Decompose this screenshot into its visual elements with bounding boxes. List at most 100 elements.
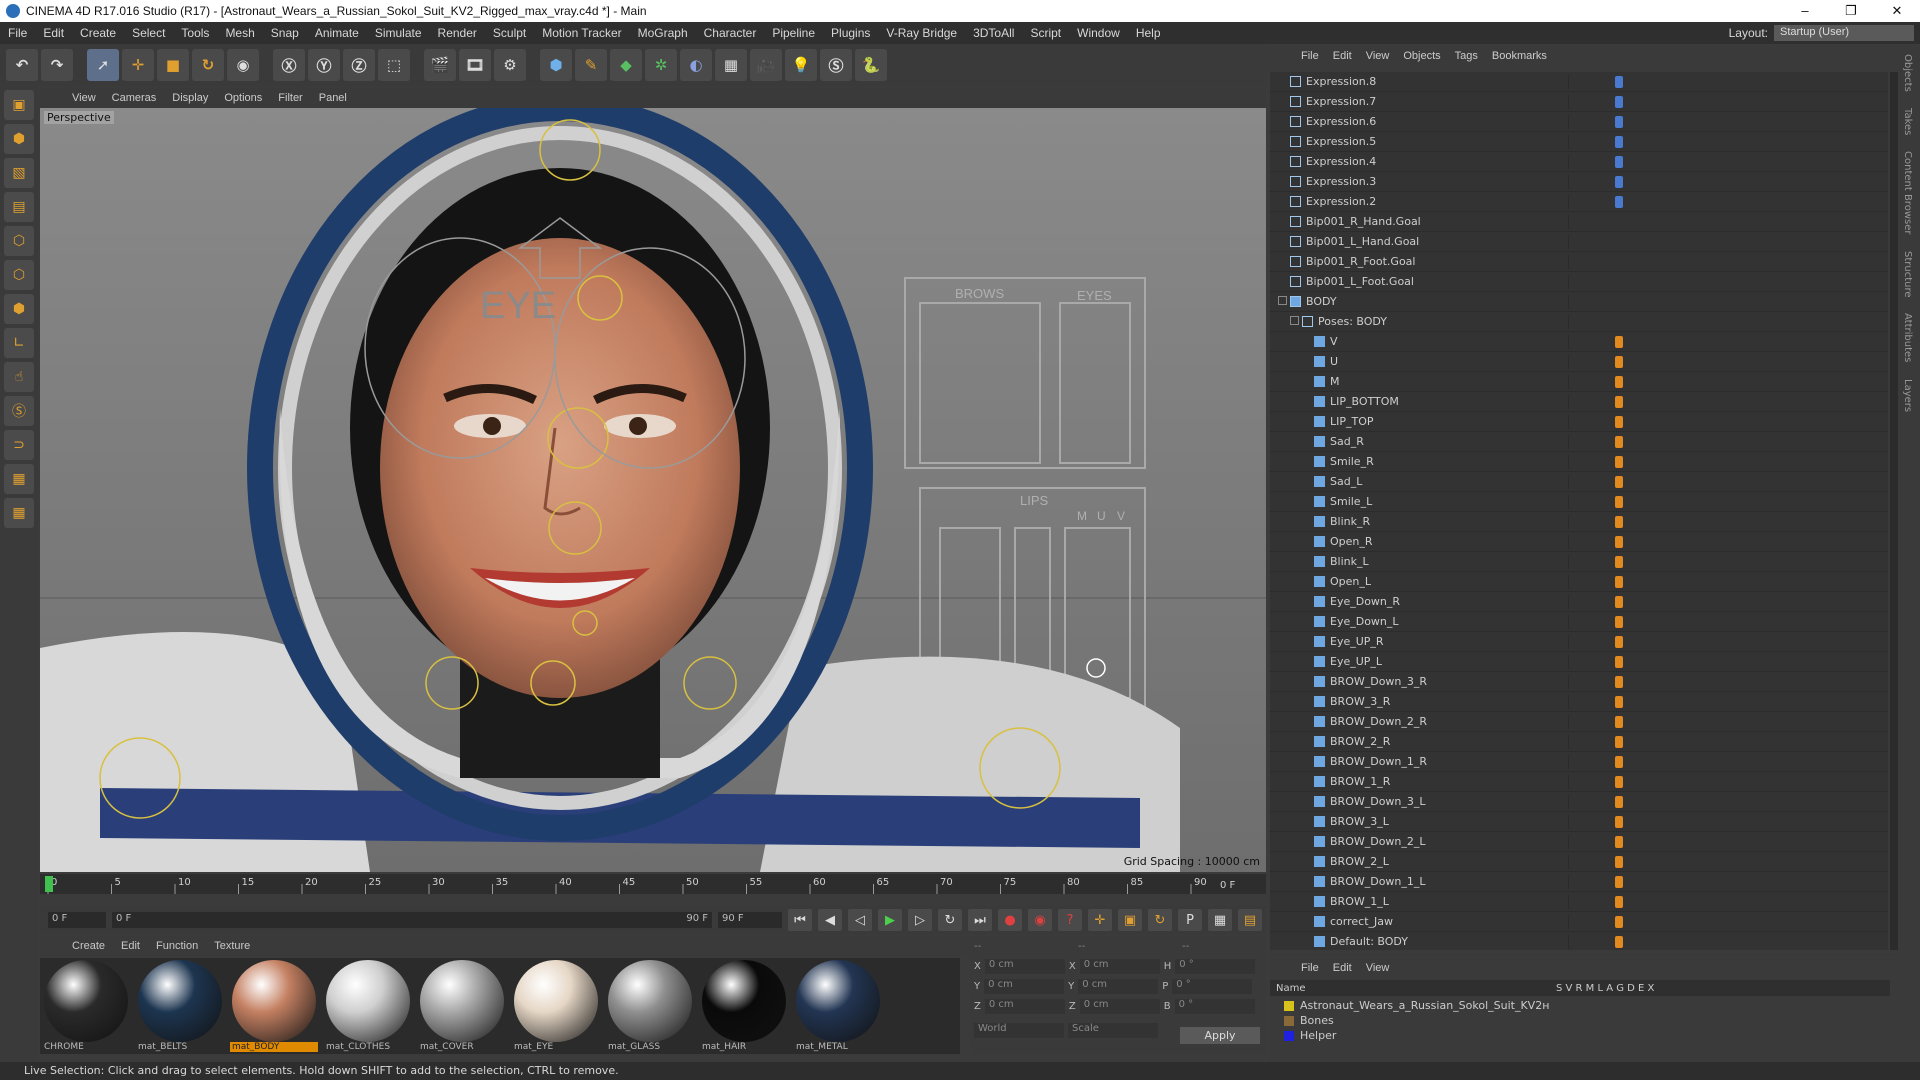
visibility-flags[interactable] — [1568, 495, 1600, 509]
object-row[interactable]: BROW_3_R — [1270, 692, 1888, 712]
loop-icon[interactable]: ↻ — [938, 909, 962, 931]
menu-item-tools[interactable]: Tools — [173, 26, 217, 40]
timeline-window-icon[interactable]: ▤ — [1238, 909, 1262, 931]
object-row[interactable]: Expression.7 — [1270, 92, 1888, 112]
scale-key-icon[interactable]: ▣ — [1118, 909, 1142, 931]
object-row[interactable]: Expression.2 — [1270, 192, 1888, 212]
visibility-flags[interactable] — [1568, 595, 1600, 609]
side-tab-attributes[interactable]: Attributes — [1900, 305, 1915, 370]
material-menu-texture[interactable]: Texture — [206, 940, 258, 952]
points-mode-icon[interactable]: ⬡ — [4, 226, 34, 256]
x-axis-icon[interactable]: Ⓧ — [273, 49, 305, 81]
coordinate-system-dropdown[interactable]: World — [974, 1022, 1064, 1038]
object-row[interactable]: Bip001_R_Hand.Goal — [1270, 212, 1888, 232]
pose-tag-icon[interactable] — [1615, 396, 1623, 408]
pose-tag-icon[interactable] — [1615, 896, 1623, 908]
pose-tag-icon[interactable] — [1615, 556, 1623, 568]
pose-tag-icon[interactable] — [1615, 636, 1623, 648]
material-swatch[interactable]: mat_COVER — [418, 960, 506, 1052]
object-row[interactable]: Default: BODY — [1270, 932, 1888, 950]
pose-tag-icon[interactable] — [1615, 416, 1623, 428]
object-row[interactable]: BROW_Down_2_R — [1270, 712, 1888, 732]
size-field[interactable]: 0 cm — [1079, 998, 1160, 1014]
render-picture-viewer-icon[interactable]: 🎞 — [459, 49, 491, 81]
layer-menu-file[interactable]: File — [1294, 962, 1326, 974]
visibility-flags[interactable] — [1568, 375, 1600, 389]
visibility-flags[interactable] — [1568, 895, 1600, 909]
python-icon[interactable]: 🐍 — [855, 49, 887, 81]
menu-item-sculpt[interactable]: Sculpt — [485, 26, 534, 40]
menu-item-3dtoall[interactable]: 3DToAll — [965, 26, 1022, 40]
object-row[interactable]: U — [1270, 352, 1888, 372]
preview-range-slider[interactable]: 0 F 90 F — [112, 912, 712, 928]
object-row[interactable]: LIP_TOP — [1270, 412, 1888, 432]
material-swatch[interactable]: mat_BELTS — [136, 960, 224, 1052]
object-row[interactable]: M — [1270, 372, 1888, 392]
expand-toggle-icon[interactable] — [1290, 316, 1299, 325]
visibility-flags[interactable] — [1568, 935, 1600, 949]
material-swatch[interactable]: mat_HAIR — [700, 960, 788, 1052]
side-tab-objects[interactable]: Objects — [1900, 46, 1915, 100]
menu-item-create[interactable]: Create — [72, 26, 124, 40]
current-frame-marker[interactable] — [45, 876, 53, 892]
viewport-camera-label[interactable]: Perspective — [44, 111, 114, 124]
visibility-flags[interactable] — [1568, 575, 1600, 589]
object-menu-edit[interactable]: Edit — [1326, 50, 1359, 62]
object-tag-icon[interactable] — [1615, 296, 1623, 308]
magnet-icon[interactable]: ⊃ — [4, 430, 34, 460]
pose-tag-icon[interactable] — [1615, 836, 1623, 848]
material-swatch[interactable]: mat_METAL — [794, 960, 882, 1052]
coordinate-system-icon[interactable]: ⬚ — [378, 49, 410, 81]
visibility-flags[interactable] — [1568, 155, 1600, 169]
expression-tag-icon[interactable] — [1615, 76, 1623, 88]
material-menu-create[interactable]: Create — [64, 940, 113, 952]
pla-key-icon[interactable]: ▦ — [1208, 909, 1232, 931]
object-row[interactable]: Open_L — [1270, 572, 1888, 592]
object-row[interactable]: Expression.3 — [1270, 172, 1888, 192]
material-menu-function[interactable]: Function — [148, 940, 206, 952]
vray-icon[interactable]: Ⓢ — [820, 49, 852, 81]
expand-toggle-icon[interactable] — [1278, 296, 1287, 305]
floor-icon[interactable]: ▦ — [715, 49, 747, 81]
edges-mode-icon[interactable]: ⬡ — [4, 260, 34, 290]
layer-row[interactable]: Helper — [1270, 1028, 1890, 1043]
object-row[interactable]: BROW_3_L — [1270, 812, 1888, 832]
pose-tag-icon[interactable] — [1615, 616, 1623, 628]
object-row[interactable]: LIP_BOTTOM — [1270, 392, 1888, 412]
material-menu-edit[interactable]: Edit — [113, 940, 148, 952]
visibility-flags[interactable] — [1568, 175, 1600, 189]
deformer-icon[interactable]: ◐ — [680, 49, 712, 81]
pose-tag-icon[interactable] — [1615, 536, 1623, 548]
visibility-flags[interactable] — [1568, 795, 1600, 809]
keyframe-selection-icon[interactable]: ? — [1058, 909, 1082, 931]
pose-tag-icon[interactable] — [1615, 476, 1623, 488]
pose-tag-icon[interactable] — [1615, 356, 1623, 368]
layout-dropdown[interactable]: Startup (User) — [1774, 25, 1914, 41]
position-field[interactable]: 0 cm — [984, 998, 1065, 1014]
menu-item-help[interactable]: Help — [1128, 26, 1169, 40]
size-field[interactable]: 0 cm — [1078, 978, 1159, 994]
object-menu-bookmarks[interactable]: Bookmarks — [1485, 50, 1554, 62]
object-menu-view[interactable]: View — [1359, 50, 1397, 62]
visibility-flags[interactable] — [1568, 355, 1600, 369]
object-row[interactable]: Bip001_R_Foot.Goal — [1270, 252, 1888, 272]
object-row[interactable]: Expression.6 — [1270, 112, 1888, 132]
object-row[interactable]: Sad_L — [1270, 472, 1888, 492]
pose-tag-icon[interactable] — [1615, 876, 1623, 888]
object-row[interactable]: Eye_UP_R — [1270, 632, 1888, 652]
pose-tag-icon[interactable] — [1615, 516, 1623, 528]
menu-item-animate[interactable]: Animate — [307, 26, 367, 40]
pose-tag-icon[interactable] — [1615, 576, 1623, 588]
object-row[interactable]: Blink_R — [1270, 512, 1888, 532]
size-mode-dropdown[interactable]: Scale — [1068, 1022, 1158, 1038]
menu-item-select[interactable]: Select — [124, 26, 173, 40]
scale-icon[interactable]: ■ — [157, 49, 189, 81]
pose-tag-icon[interactable] — [1615, 936, 1623, 948]
side-tab-content-browser[interactable]: Content Browser — [1900, 143, 1915, 242]
pose-tag-icon[interactable] — [1615, 736, 1623, 748]
object-row[interactable]: BROW_1_R — [1270, 772, 1888, 792]
play-backwards-icon[interactable]: ◁ — [848, 909, 872, 931]
pose-tag-icon[interactable] — [1615, 376, 1623, 388]
menu-item-snap[interactable]: Snap — [263, 26, 307, 40]
minimize-button[interactable]: – — [1782, 3, 1828, 19]
